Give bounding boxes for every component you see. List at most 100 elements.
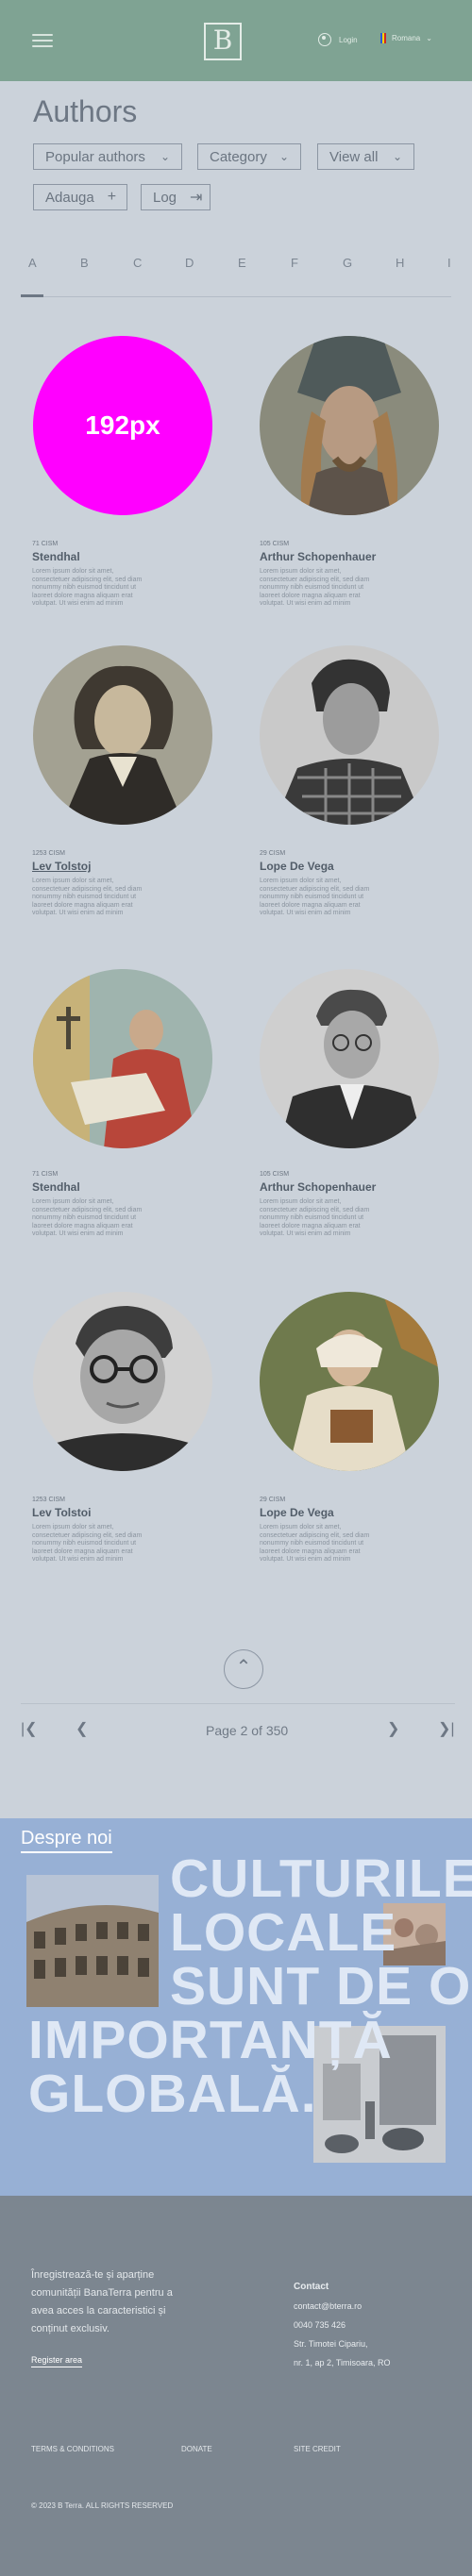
site-logo[interactable]: B [204,23,242,60]
log-button[interactable]: Log ⇥ [141,184,211,210]
author-name[interactable]: Stendhal [32,550,80,563]
login-link[interactable]: Login [318,33,358,46]
contact-email[interactable]: contact@bterra.ro [294,2301,362,2311]
back-to-top-button[interactable]: ⌃ [224,1649,263,1689]
chevron-up-icon: ⌃ [235,1657,252,1678]
chevron-down-icon: ⌄ [278,150,289,163]
user-icon [318,33,331,46]
donate-link[interactable]: DONATE [181,2445,212,2453]
letter-tab-g[interactable]: G [343,256,352,270]
slogan-line: GLOBALĂ. [28,2064,317,2124]
terms-link[interactable]: TERMS & CONDITIONS [31,2445,114,2453]
author-card[interactable] [260,645,448,825]
author-portrait[interactable] [260,1292,439,1471]
author-portrait[interactable] [33,1292,212,1471]
author-portrait[interactable] [260,336,439,515]
author-portrait[interactable] [260,645,439,825]
author-description: Lorem ipsum dolor sit amet, consectetuer… [32,568,143,607]
log-label: Log [153,189,177,206]
view-all-dropdown[interactable]: View all ⌄ [317,143,414,170]
author-years: 105 CISM [260,541,290,547]
author-card[interactable] [33,645,222,825]
category-label: Category [210,148,267,165]
language-label: Romana [392,34,421,42]
site-credit-link[interactable]: SITE CREDIT [294,2445,341,2453]
portrait-image [260,1292,439,1471]
letter-tab-h[interactable]: H [396,256,404,270]
author-years: 29 CISM [260,1497,286,1503]
adauga-button[interactable]: Adauga + [33,184,127,210]
popular-authors-dropdown[interactable]: Popular authors ⌄ [33,143,182,170]
author-description: Lorem ipsum dolor sit amet, consectetuer… [260,1524,370,1563]
letter-tab-a[interactable]: A [28,256,37,270]
slogan-line: LOCALE [170,1902,397,1963]
copyright: © 2023 B Terra. ALL RIGHTS RESERVED [31,2501,174,2510]
login-arrow-icon: ⇥ [190,190,203,206]
author-description: Lorem ipsum dolor sit amet, consectetuer… [32,878,143,916]
first-page-icon[interactable]: |❮ [21,1719,38,1738]
contact-city: nr. 1, ap 2, Timisoara, RO [294,2358,391,2367]
author-years: 71 CISM [32,1171,59,1178]
slogan-line: CULTURILE [170,1848,472,1909]
author-portrait[interactable] [33,645,212,825]
author-card[interactable] [260,969,448,1148]
alphabet-tabs: A B C D E F G H I [21,256,472,293]
author-card[interactable] [33,1292,222,1471]
portrait-image [33,645,212,825]
author-name[interactable]: Lev Tolstoi [32,1506,91,1519]
author-name[interactable]: Lope De Vega [260,860,334,873]
letter-tab-c[interactable]: C [133,256,142,270]
author-description: Lorem ipsum dolor sit amet, consectetuer… [260,1198,370,1237]
author-years: 1253 CISM [32,850,66,857]
author-years: 1253 CISM [32,1497,66,1503]
register-link[interactable]: Register area [31,2355,83,2367]
author-years: 71 CISM [32,541,59,547]
author-name[interactable]: Stendhal [32,1180,80,1194]
category-dropdown[interactable]: Category ⌄ [197,143,301,170]
plus-icon: + [107,189,117,205]
author-portrait-placeholder[interactable]: 192px [33,336,212,515]
author-years: 29 CISM [260,850,286,857]
author-card[interactable]: 192px [33,336,222,515]
author-card[interactable] [260,336,448,515]
next-page-icon[interactable]: ❯ [387,1719,399,1738]
about-section: Despre noi CULTURILE LOCALE SUNT DE O IM… [0,1818,472,2196]
contact-title: Contact [294,2282,329,2292]
portrait-image [33,969,212,1148]
chevron-down-icon: ⌄ [392,150,402,163]
language-selector[interactable]: Romana ⌄ [380,33,432,43]
author-portrait[interactable] [33,969,212,1148]
author-description: Lorem ipsum dolor sit amet, consectetuer… [32,1524,143,1563]
slogan-line: IMPORTANȚĂ [28,2010,393,2070]
previous-page-icon[interactable]: ❮ [76,1719,88,1738]
author-name[interactable]: Arthur Schopenhauer [260,1180,376,1194]
portrait-image [260,969,439,1148]
about-title[interactable]: Despre noi [21,1828,112,1853]
author-name[interactable]: Lev Tolstoj [32,860,91,873]
last-page-icon[interactable]: ❯| [438,1719,455,1738]
letter-tab-f[interactable]: F [291,256,298,270]
author-portrait[interactable] [260,969,439,1148]
popular-authors-label: Popular authors [45,148,145,165]
author-name[interactable]: Lope De Vega [260,1506,334,1519]
letter-tab-e[interactable]: E [238,256,246,270]
page-indicator: Page 2 of 350 [206,1723,289,1738]
login-label: Login [339,35,358,44]
footer: Înregistrează-te și aparține comunității… [0,2196,472,2576]
author-description: Lorem ipsum dolor sit amet, consectetuer… [260,568,370,607]
contact-street: Str. Timotei Cipariu, [294,2339,368,2349]
menu-icon[interactable] [32,34,53,47]
contact-phone[interactable]: 0040 735 426 [294,2320,346,2330]
active-letter-indicator [21,294,43,297]
author-card[interactable] [33,969,222,1148]
author-description: Lorem ipsum dolor sit amet, consectetuer… [260,878,370,916]
author-card[interactable] [260,1292,448,1471]
pagination-divider [21,1703,455,1704]
page-title: Authors [33,94,138,128]
letter-tab-d[interactable]: D [185,256,194,270]
letter-tab-b[interactable]: B [80,256,89,270]
author-name[interactable]: Arthur Schopenhauer [260,550,376,563]
chevron-down-icon: ⌄ [426,34,432,42]
alphabet-divider [21,296,451,297]
letter-tab-i[interactable]: I [447,256,451,270]
